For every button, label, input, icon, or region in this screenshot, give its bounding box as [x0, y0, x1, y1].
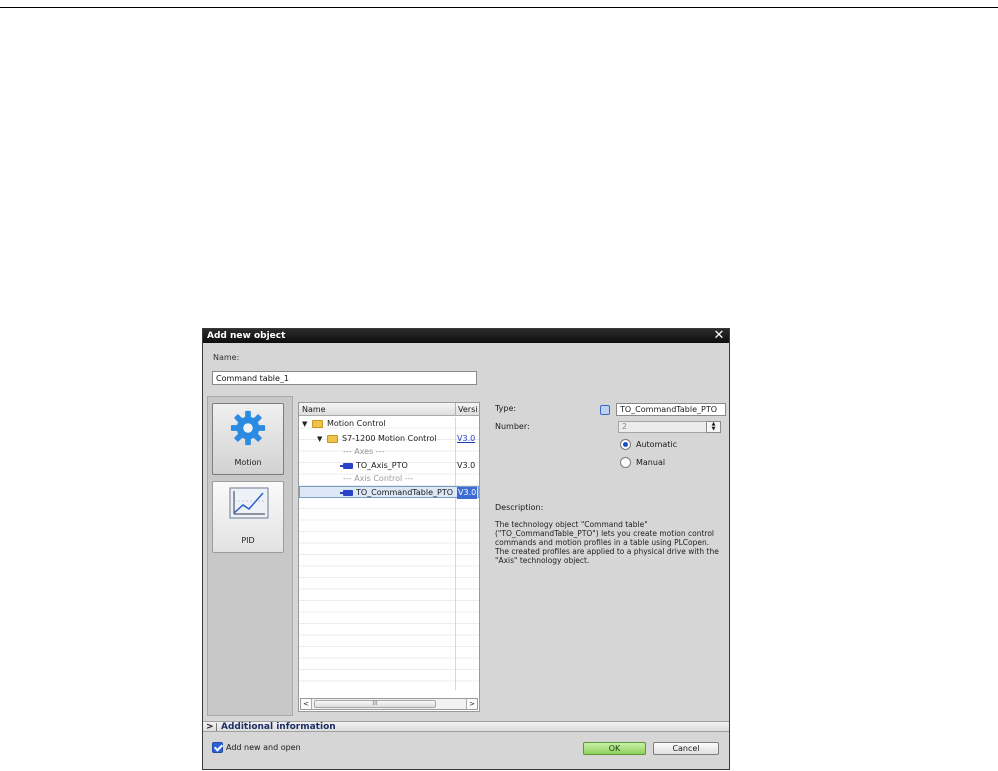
tree-separator-axis-control: --- Axis Control --- [299, 473, 479, 485]
column-header-name[interactable]: Name [302, 405, 326, 414]
axis-object-icon [340, 463, 353, 469]
add-new-and-open-checkbox[interactable] [212, 742, 223, 753]
number-stepper[interactable]: ▲ ▼ [706, 421, 721, 433]
category-pid-button[interactable]: PID [212, 481, 284, 553]
chevron-right-icon[interactable]: > [206, 722, 214, 732]
radio-manual-label: Manual [636, 458, 666, 467]
category-pid-label: PID [241, 536, 255, 545]
category-motion-label: Motion [234, 458, 262, 467]
radio-automatic-label: Automatic [636, 440, 678, 449]
separator-label: --- Axes --- [343, 447, 385, 456]
tree-row-s7-1200-motion-control[interactable]: ▼ S7-1200 Motion Control V3.0 [299, 433, 479, 445]
ok-button[interactable]: OK [583, 742, 646, 755]
cancel-button[interactable]: Cancel [653, 742, 719, 755]
add-new-object-dialog: Add new object ✕ Name: Motion [202, 328, 730, 770]
additional-information-bar[interactable]: > Additional information [203, 721, 729, 732]
axis-object-icon [340, 490, 353, 496]
bar-divider [216, 723, 217, 731]
column-header-version[interactable]: Versi [455, 403, 479, 416]
dialog-title: Add new object [207, 331, 286, 341]
type-field[interactable]: TO_CommandTable_PTO [616, 403, 726, 416]
tree-row-to-axis-pto[interactable]: TO_Axis_PTO V3.0 [299, 460, 479, 472]
dialog-titlebar: Add new object ✕ [203, 329, 729, 343]
tree-row-motion-control[interactable]: ▼ Motion Control [299, 418, 479, 430]
description-label: Description: [495, 503, 544, 512]
close-icon[interactable]: ✕ [713, 329, 725, 343]
scroll-right-button[interactable]: > [466, 699, 477, 709]
additional-information-title: Additional information [221, 722, 336, 732]
details-pane: Type: TO_CommandTable_PTO Number: 2 ▲ ▼ A… [483, 396, 729, 716]
tree-row-label: TO_CommandTable_PTO [356, 488, 453, 497]
tree-row-to-commandtable-pto[interactable]: TO_CommandTable_PTO V3.0 [299, 486, 479, 499]
page-top-rule [0, 7, 998, 8]
version-value: V3.0 [457, 461, 476, 470]
category-panel: Motion PID [207, 396, 293, 716]
expand-arrow-icon[interactable]: ▼ [302, 418, 307, 430]
tree-separator-axes: --- Axes --- [299, 446, 479, 458]
folder-icon [312, 420, 323, 428]
version-value: V3.0 [457, 487, 478, 499]
expand-arrow-icon[interactable]: ▼ [317, 433, 322, 445]
add-new-and-open-label: Add new and open [226, 743, 301, 752]
separator-label: --- Axis Control --- [343, 474, 414, 483]
tree-row-label: TO_Axis_PTO [356, 461, 408, 470]
scroll-left-button[interactable]: < [301, 699, 312, 709]
object-tree: Name Versi ▼ Motion Control ▼ S7-1200 Mo… [298, 402, 480, 712]
technology-object-icon [600, 405, 610, 415]
tree-row-label: Motion Control [327, 419, 386, 428]
version-link[interactable]: V3.0 [457, 433, 475, 445]
radio-automatic[interactable] [620, 439, 631, 450]
folder-icon [327, 435, 338, 443]
horizontal-scrollbar[interactable]: < III > [300, 698, 478, 710]
number-label: Number: [495, 422, 530, 431]
gear-icon [230, 410, 266, 446]
type-label: Type: [495, 404, 517, 413]
name-input[interactable] [212, 371, 477, 385]
name-label: Name: [213, 353, 240, 362]
radio-manual[interactable] [620, 457, 631, 468]
tree-header: Name Versi [299, 403, 479, 416]
description-text: The technology object "Command table" ("… [495, 520, 719, 565]
pid-chart-icon [229, 487, 269, 519]
scroll-thumb[interactable]: III [314, 700, 436, 708]
category-motion-button[interactable]: Motion [212, 403, 284, 475]
tree-row-label: S7-1200 Motion Control [342, 434, 437, 443]
